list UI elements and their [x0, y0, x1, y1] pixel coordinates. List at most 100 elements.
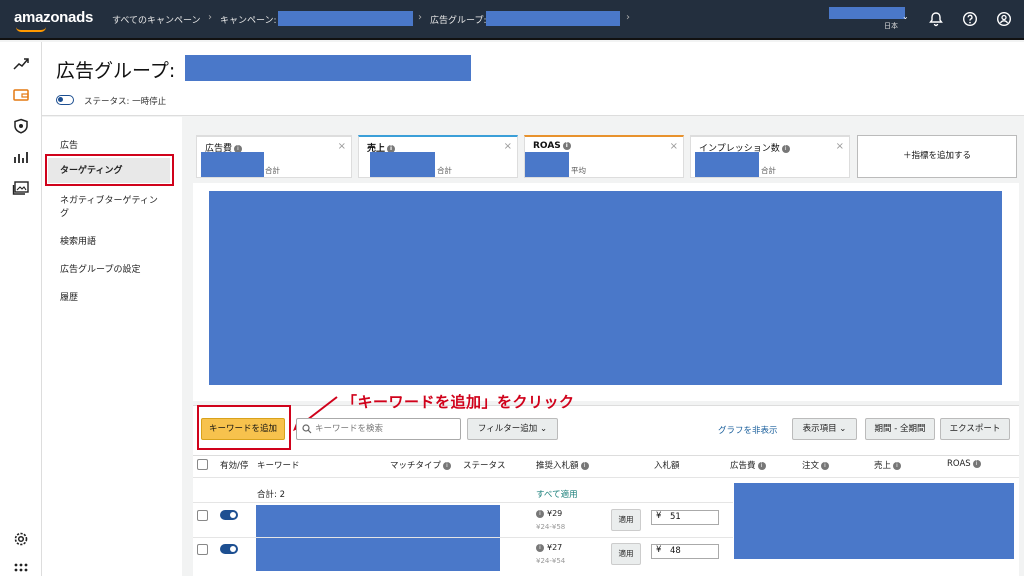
trend-icon[interactable]: [12, 56, 30, 72]
metric-label: ROAS: [533, 141, 561, 151]
metric-card-spend[interactable]: 広告費 i × 合計: [196, 135, 352, 178]
highlight-box-add-keyword: [197, 405, 291, 450]
suggested-bid-range: ¥24-¥54: [536, 557, 566, 565]
close-icon[interactable]: ×: [670, 141, 678, 152]
account-name-redacted[interactable]: [829, 7, 905, 19]
close-icon[interactable]: ×: [504, 141, 512, 152]
suggested-bid: i ¥29: [536, 509, 562, 519]
ad-group-title-redacted: [185, 55, 471, 81]
logo-smile-icon: [16, 27, 46, 32]
status-toggle[interactable]: [56, 95, 74, 105]
shield-icon[interactable]: [12, 118, 30, 134]
info-icon[interactable]: i: [781, 144, 790, 153]
table-divider: [193, 537, 733, 538]
close-icon[interactable]: ×: [338, 141, 346, 152]
page-title: 広告グループ:: [56, 60, 176, 82]
header-roas[interactable]: ROAS i: [947, 459, 981, 469]
currency-symbol: ¥: [656, 545, 662, 555]
select-all-checkbox[interactable]: [197, 459, 208, 470]
header-sales[interactable]: 売上 i: [874, 459, 902, 471]
region-label: 日本: [884, 22, 898, 30]
apply-button[interactable]: 適用: [611, 543, 641, 565]
chevron-right-icon: ›: [626, 12, 630, 23]
row-enabled-toggle[interactable]: [220, 510, 238, 520]
metric-card-impressions[interactable]: インプレッション数 i × 合計: [690, 135, 850, 178]
add-filter-button[interactable]: フィルター追加 ⌄: [467, 418, 558, 440]
metric-sub: 合計: [761, 166, 776, 175]
campaign-name-redacted: [278, 11, 413, 26]
amazon-ads-logo[interactable]: amazonads: [14, 9, 93, 26]
gear-icon[interactable]: [12, 531, 30, 547]
breadcrumb-campaign[interactable]: キャンペーン:: [220, 13, 277, 26]
bell-icon[interactable]: [928, 11, 944, 27]
info-icon[interactable]: i: [757, 461, 766, 470]
suggested-bid-value: ¥29: [547, 509, 563, 518]
status-text: ステータス: 一時停止: [84, 97, 167, 107]
keyword-text-redacted: [256, 505, 500, 571]
chevron-right-icon: ›: [208, 12, 212, 23]
chevron-right-icon: ›: [418, 12, 422, 23]
header-match-type-label: マッチタイプ: [390, 461, 442, 471]
search-input[interactable]: [315, 422, 455, 436]
apply-all-link[interactable]: すべて適用: [536, 488, 578, 500]
bar-chart-icon[interactable]: [12, 149, 30, 165]
header-roas-label: ROAS: [947, 459, 971, 469]
info-icon[interactable]: i: [821, 461, 830, 470]
metric-sub: 合計: [437, 166, 452, 175]
page-header: 広告グループ: ステータス: 一時停止: [42, 42, 1024, 116]
hide-graph-link[interactable]: グラフを非表示: [718, 424, 778, 436]
row-checkbox[interactable]: [197, 544, 208, 555]
header-orders[interactable]: 注文 i: [802, 459, 830, 471]
table-divider: [193, 477, 1019, 478]
chart-redacted: [209, 191, 1002, 385]
columns-label: 表示項目: [802, 424, 837, 434]
metric-card-roas[interactable]: ROAS i × 平均: [524, 135, 684, 178]
info-icon[interactable]: i: [893, 461, 902, 470]
header-spend-label: 広告費: [730, 461, 756, 471]
highlight-box-targeting: [45, 154, 174, 186]
header-bid[interactable]: 入札額: [654, 459, 680, 471]
nav-item-ads[interactable]: 広告: [60, 140, 170, 153]
period-button[interactable]: 期間 - 全期間: [865, 418, 935, 440]
header-suggested-bid-label: 推奨入札額: [536, 461, 579, 471]
export-button[interactable]: エクスポート: [940, 418, 1010, 440]
header-sales-label: 売上: [874, 461, 892, 471]
suggested-bid-range: ¥24-¥58: [536, 523, 566, 531]
columns-button[interactable]: 表示項目 ⌄: [792, 418, 857, 440]
add-filter-label: フィルター追加: [477, 424, 538, 434]
info-icon[interactable]: i: [972, 459, 981, 468]
account-icon[interactable]: [996, 11, 1012, 27]
row-checkbox[interactable]: [197, 510, 208, 521]
breadcrumb-ad-group[interactable]: 広告グループ:: [430, 13, 487, 26]
info-icon[interactable]: i: [562, 141, 571, 150]
nav-item-ad-group-settings[interactable]: 広告グループの設定: [60, 264, 170, 277]
keyword-search-box[interactable]: [296, 418, 461, 440]
breadcrumb-all-campaigns[interactable]: すべてのキャンペーン: [112, 13, 201, 26]
header-keyword[interactable]: キーワード: [257, 459, 300, 471]
header-enabled[interactable]: 有効/停: [220, 459, 248, 471]
header-spend[interactable]: 広告費 i: [730, 459, 766, 471]
nav-item-history[interactable]: 履歴: [60, 292, 170, 305]
close-icon[interactable]: ×: [836, 141, 844, 152]
chevron-down-icon[interactable]: ⌄: [902, 12, 909, 21]
gallery-icon[interactable]: [12, 180, 30, 196]
metric-card-sales[interactable]: 売上 i × 合計: [358, 135, 518, 178]
header-suggested-bid[interactable]: 推奨入札額 i: [536, 459, 589, 471]
apps-grid-icon[interactable]: [12, 562, 30, 574]
info-icon[interactable]: i: [580, 461, 589, 470]
nav-item-search-terms[interactable]: 検索用語: [60, 236, 170, 249]
row-enabled-toggle[interactable]: [220, 544, 238, 554]
info-icon[interactable]: i: [536, 509, 544, 518]
help-icon[interactable]: [962, 11, 978, 27]
info-icon[interactable]: i: [443, 461, 452, 470]
header-status[interactable]: ステータス: [463, 459, 506, 471]
info-icon[interactable]: i: [536, 543, 544, 552]
metric-value-redacted: [201, 152, 264, 177]
header-match-type[interactable]: マッチタイプ i: [390, 459, 452, 471]
header-orders-label: 注文: [802, 461, 820, 471]
wallet-icon[interactable]: [12, 87, 30, 103]
apply-button[interactable]: 適用: [611, 509, 641, 531]
add-metric-button[interactable]: ＋指標を追加する: [857, 135, 1017, 178]
metric-sub: 平均: [571, 166, 586, 175]
nav-item-negative-targeting[interactable]: ネガティブターゲティング: [60, 195, 166, 221]
